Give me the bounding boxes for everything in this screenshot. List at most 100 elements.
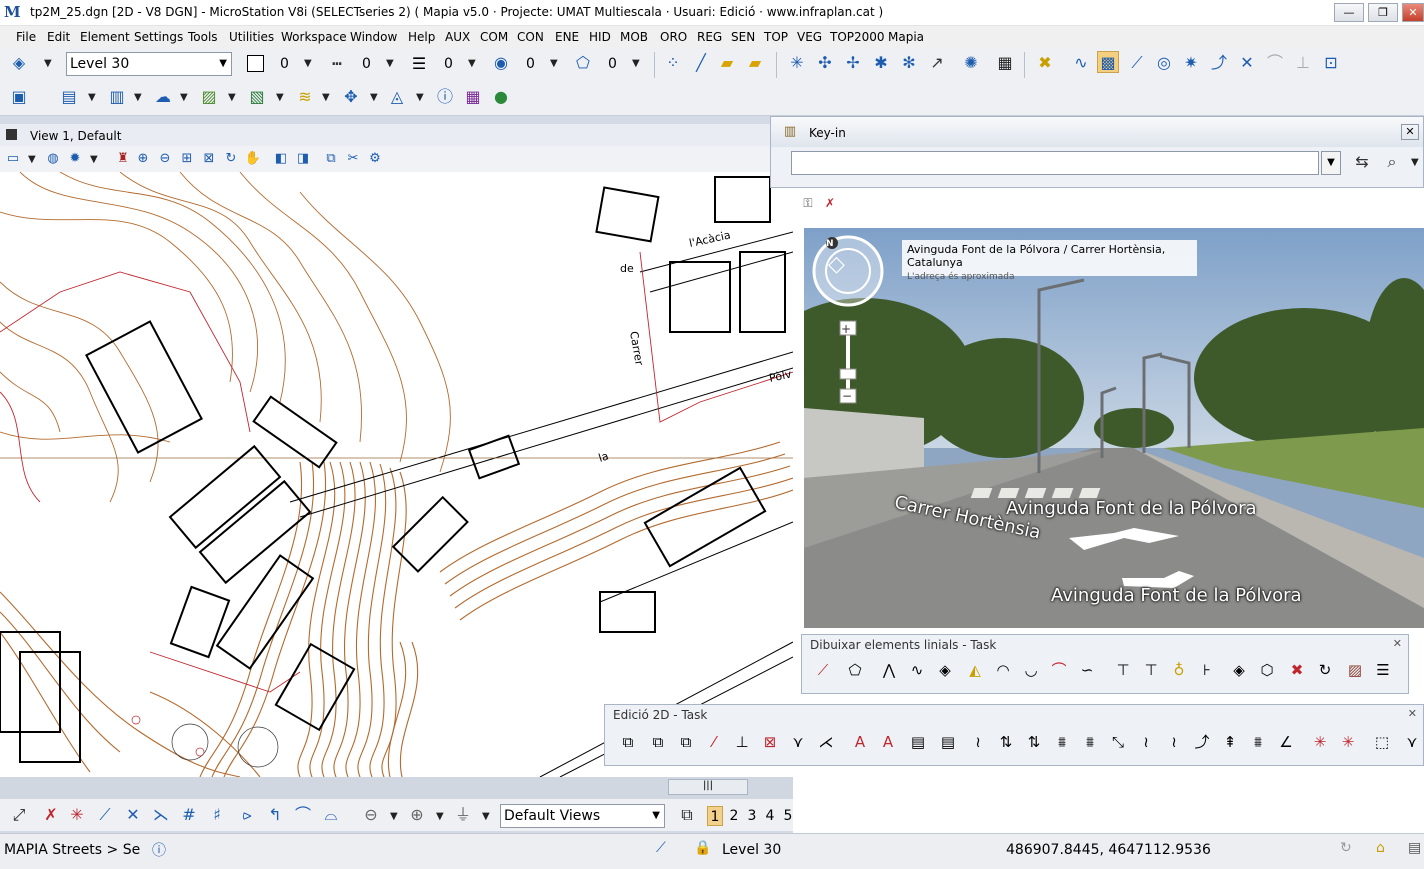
pan-control-icon[interactable]: ◇ [828, 252, 845, 277]
snap-mode-icon[interactable]: ✺ [960, 52, 982, 74]
menu-file[interactable]: File [16, 30, 36, 44]
menu-aux[interactable]: AUX [445, 30, 470, 44]
forward-icon[interactable]: ⊕ [406, 804, 428, 826]
snap-red-icon[interactable]: ✳ [1309, 731, 1331, 753]
snap-icon[interactable]: ✳ [786, 52, 808, 74]
origin-icon[interactable]: ✷ [1180, 52, 1202, 74]
chevron-down-icon[interactable]: ▼ [322, 92, 330, 103]
next-view-icon[interactable]: ◨ [292, 148, 314, 170]
back-icon[interactable]: ⊖ [360, 804, 382, 826]
fillet-icon[interactable]: ⤴ [1191, 731, 1213, 753]
chamfer-icon[interactable]: ⌓ [320, 804, 342, 826]
menu-top[interactable]: TOP [764, 30, 788, 44]
menu-window[interactable]: Window [350, 30, 397, 44]
previous-view-icon[interactable]: ◧ [270, 148, 292, 170]
lightbulb-icon[interactable]: ♁ [1168, 659, 1190, 681]
hatch-icon[interactable]: ▨ [1344, 659, 1366, 681]
stream-icon[interactable]: ∿ [906, 659, 928, 681]
line-weight-icon[interactable]: ☰ [408, 53, 430, 75]
offset-alt-icon[interactable]: ≀ [1163, 731, 1185, 753]
menu-hid[interactable]: HID [589, 30, 611, 44]
chevron-down-icon[interactable]: ▼ [228, 92, 236, 103]
fillet-icon[interactable]: ⌒ [292, 804, 314, 826]
fill-icon[interactable]: ◭ [964, 659, 986, 681]
stretch-icon[interactable]: ≀ [967, 731, 989, 753]
lock-icon[interactable]: 🔒 [694, 840, 711, 856]
chevron-down-icon[interactable]: ▼ [180, 92, 188, 103]
view-button-3[interactable]: 3 [744, 806, 760, 826]
menu-veg[interactable]: VEG [797, 30, 822, 44]
close-icon[interactable]: ✕ [1401, 124, 1419, 140]
measure-icon[interactable]: ⊥ [731, 731, 753, 753]
menu-edit[interactable]: Edit [47, 30, 70, 44]
zoom-out-icon[interactable]: ⊖ [154, 148, 176, 170]
element-selection-icon[interactable]: ▣ [8, 86, 30, 108]
center-icon[interactable]: ◎ [1153, 52, 1175, 74]
display-style-icon[interactable]: ◍ [42, 148, 64, 170]
curve-icon[interactable]: ∿ [1070, 52, 1092, 74]
view-button-1[interactable]: 1 [707, 806, 723, 826]
view-groups-icon[interactable]: ⧉ [676, 804, 698, 826]
align-icon[interactable]: ⇅ [1023, 731, 1045, 753]
curve-icon[interactable]: ⌒ [1048, 659, 1070, 681]
zoom-in-icon[interactable]: ⊕ [132, 148, 154, 170]
intersection-icon[interactable]: ✕ [1236, 52, 1258, 74]
copy-icon[interactable]: ⧉ [617, 731, 639, 753]
keyin-input[interactable] [791, 151, 1319, 175]
snap-help-icon[interactable]: ✻ [898, 52, 920, 74]
points-icon[interactable]: ⁘ [662, 52, 684, 74]
arc-reverse-icon[interactable]: ◡ [1020, 659, 1042, 681]
delete-element-icon[interactable]: ✗ [40, 804, 62, 826]
globe-green-icon[interactable]: ● [490, 86, 512, 108]
chevron-down-icon[interactable]: ▼ [632, 58, 640, 69]
chevron-down-icon[interactable]: ▼ [276, 92, 284, 103]
snap-grid-icon[interactable]: ✣ [814, 52, 836, 74]
view-button-2[interactable]: 2 [726, 806, 742, 826]
modify-icon[interactable]: ↰ [264, 804, 286, 826]
snap-center-icon[interactable]: ✱ [870, 52, 892, 74]
line-icon[interactable]: ⟋ [94, 804, 116, 826]
join-icon[interactable]: ⩩ [1247, 731, 1269, 753]
view-horizontal-scrollbar[interactable]: ||| [0, 777, 793, 799]
hash-light-icon[interactable]: ♯ [206, 804, 228, 826]
plane-icon[interactable]: ⏚ [452, 804, 474, 826]
views-select[interactable]: Default Views ▼ [500, 804, 665, 828]
chevron-down-icon[interactable]: ▼ [386, 58, 394, 69]
chevron-down-icon[interactable]: ▼ [44, 58, 52, 69]
chevron-down-icon[interactable]: ▼ [550, 58, 558, 69]
line-style-icon[interactable]: ┅ [326, 53, 348, 75]
chevron-down-icon[interactable]: ▼ [416, 92, 424, 103]
chevron-down-icon[interactable]: ▼ [1321, 151, 1341, 175]
menu-settings[interactable]: Settings [134, 30, 183, 44]
cad-drawing-canvas[interactable]: l'Acàcia de Carrer Pòlv la [0, 172, 793, 777]
polyline-icon[interactable]: ⋀ [878, 659, 900, 681]
bisector-icon[interactable]: ⤴ [1208, 52, 1230, 74]
scrollbar-thumb[interactable]: ||| [668, 779, 748, 795]
nearest-icon[interactable]: ▩ [1097, 51, 1119, 73]
menu-workspace[interactable]: Workspace [281, 30, 347, 44]
menu-com[interactable]: COM [480, 30, 508, 44]
diamond-icon[interactable]: ◈ [934, 659, 956, 681]
info-icon[interactable]: ⓘ [434, 86, 456, 108]
text-az-icon[interactable]: A [849, 731, 871, 753]
array-icon[interactable]: ▤ [907, 731, 929, 753]
arc-icon[interactable]: ◠ [992, 659, 1014, 681]
trim-icon[interactable]: ⋎ [787, 731, 809, 753]
update-view-icon[interactable]: ♜ [112, 148, 134, 170]
line-point-icon[interactable]: ⟋ [812, 659, 834, 681]
distribute-down-icon[interactable]: ⩩ [1079, 731, 1101, 753]
extend-icon[interactable]: ⋌ [815, 731, 837, 753]
wave-icon[interactable]: ∽ [1076, 659, 1098, 681]
polygon-icon[interactable]: ⬡ [1256, 659, 1278, 681]
table-icon[interactable]: ▦ [994, 52, 1016, 74]
move-icon[interactable]: ◈ [1228, 659, 1250, 681]
layers-icon[interactable]: ≋ [294, 86, 316, 108]
browse-icon[interactable]: ⇆ [1351, 151, 1373, 173]
menu-oro[interactable]: ORO [660, 30, 687, 44]
mirror-icon[interactable]: ⇅ [995, 731, 1017, 753]
arrow-icon[interactable]: ↗ [926, 52, 948, 74]
chevron-down-icon[interactable]: ▼ [436, 811, 444, 822]
home-icon[interactable]: ⌂ [1376, 840, 1385, 856]
insert-icon[interactable]: ⇞ [1219, 731, 1241, 753]
fit-icon[interactable]: ⤢ [8, 804, 30, 826]
